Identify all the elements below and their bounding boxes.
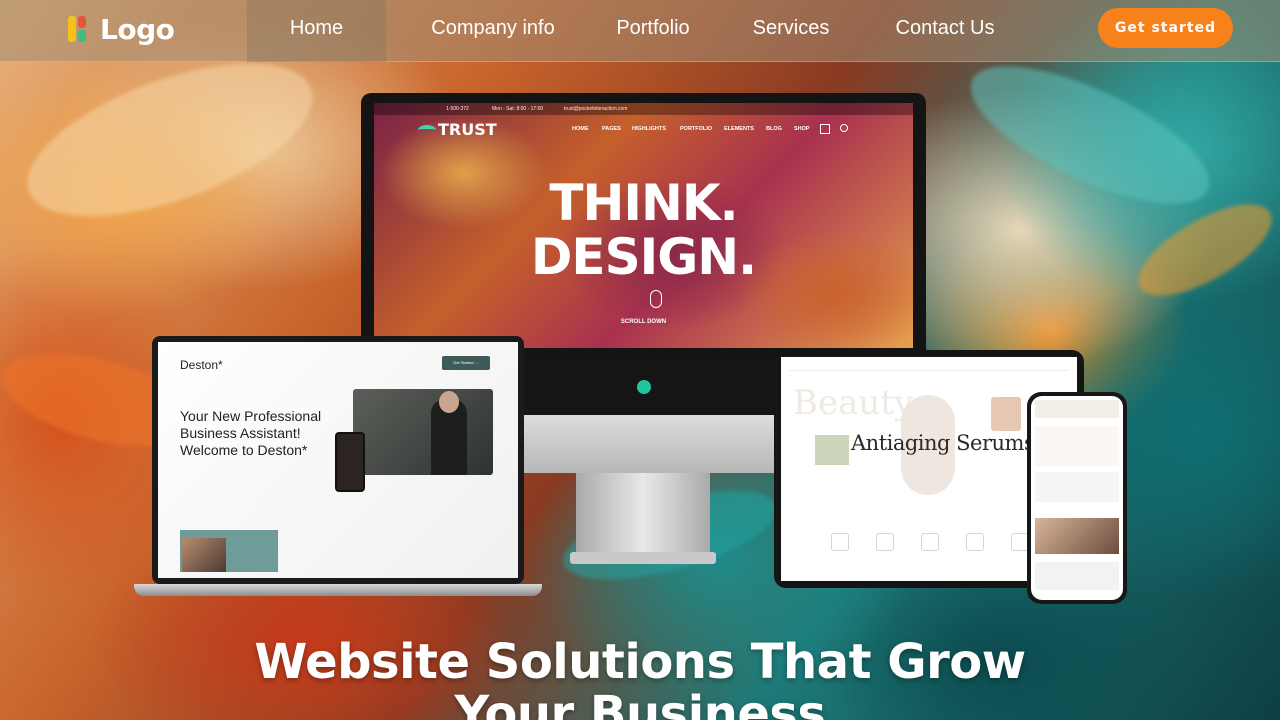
- topbar-phone: 1-500-372: [446, 106, 469, 112]
- monitor-screen: 1-500-372 Mon - Sat: 8:00 - 17:00 trust@…: [374, 103, 913, 348]
- get-started-button[interactable]: Get started: [1098, 8, 1233, 48]
- person-head-icon: [439, 391, 459, 413]
- tablet-face-image: [991, 397, 1021, 431]
- nav-home[interactable]: Home: [247, 0, 386, 62]
- laptop-team-photo: [182, 538, 226, 572]
- nav-company-info[interactable]: Company info: [414, 0, 572, 62]
- search-icon: [840, 124, 848, 132]
- monitor-link-elements: ELEMENTS: [724, 126, 754, 132]
- tablet-nav-bar: [789, 365, 1069, 371]
- laptop-headline: Your New Professional Business Assistant…: [180, 408, 322, 458]
- monitor-topbar: 1-500-372 Mon - Sat: 8:00 - 17:00 trust@…: [374, 103, 913, 115]
- hero-headline-line2: Your Business: [454, 686, 826, 720]
- product-icon: [921, 533, 939, 551]
- phone-mockup: [1027, 392, 1127, 604]
- laptop-cta-button: Get Started →: [442, 356, 490, 370]
- monitor-link-home: HOME: [572, 126, 589, 132]
- nav-contact-us[interactable]: Contact Us: [880, 0, 1010, 62]
- monitor-link-shop: SHOP: [794, 126, 810, 132]
- logo-text: Logo: [100, 12, 175, 46]
- trust-logo-icon: [418, 125, 436, 135]
- cart-icon: [820, 124, 830, 134]
- phone-screen: [1031, 396, 1123, 600]
- tablet-leaf-image: [815, 435, 849, 465]
- monitor-link-pages: PAGES: [602, 126, 621, 132]
- monitor-link-blog: BLOG: [766, 126, 782, 132]
- monitor-stand-neck: [522, 415, 776, 473]
- mouse-scroll-icon: [650, 290, 662, 308]
- laptop-brand: Deston*: [180, 358, 223, 372]
- product-icon: [831, 533, 849, 551]
- product-icon: [966, 533, 984, 551]
- logo-icon: [68, 14, 94, 44]
- monitor-link-highlights: HIGHLIGHTS: [632, 126, 666, 132]
- monitor-brand: TRUST: [438, 120, 497, 139]
- nav-services[interactable]: Services: [740, 0, 842, 62]
- logo[interactable]: Logo: [68, 12, 175, 46]
- tablet-ghost-text: Beauty: [793, 383, 914, 423]
- monitor-power-icon: [637, 380, 651, 394]
- monitor-hero-line2: DESIGN.: [530, 228, 757, 286]
- topbar-email: trust@pocketinteraction.com: [564, 106, 628, 112]
- product-icon: [876, 533, 894, 551]
- nav-portfolio[interactable]: Portfolio: [603, 0, 703, 62]
- hero-headline: Website Solutions That Grow Your Busines…: [0, 636, 1280, 720]
- monitor-link-portfolio: PORTFOLIO: [680, 126, 713, 132]
- laptop-screen: Deston* Get Started → Your New Professio…: [158, 342, 518, 578]
- phone-card: [1035, 426, 1119, 466]
- laptop-mockup: Deston* Get Started → Your New Professio…: [152, 336, 524, 584]
- site-header: Logo Home Company info Portfolio Service…: [0, 0, 1280, 62]
- monitor-nav: TRUST HOME PAGES HIGHLIGHTS PORTFOLIO EL…: [374, 116, 913, 140]
- phone-card: [1035, 472, 1119, 502]
- laptop-base: [134, 584, 542, 596]
- topbar-hours: Mon - Sat: 8:00 - 17:00: [492, 106, 544, 112]
- laptop-phone-image: [335, 432, 365, 492]
- monitor-scroll-label: SCROLL DOWN: [620, 319, 667, 325]
- laptop-hero-photo: [353, 389, 493, 475]
- hero-headline-line1: Website Solutions That Grow: [254, 634, 1026, 690]
- phone-header-image: [1035, 400, 1119, 418]
- monitor-stand-foot: [570, 552, 716, 564]
- monitor-hero-line1: THINK.: [549, 174, 738, 232]
- monitor-stand: [576, 473, 710, 561]
- tablet-title: Antiaging Serums: [851, 431, 1035, 455]
- phone-photo: [1035, 518, 1119, 554]
- phone-card: [1035, 562, 1119, 590]
